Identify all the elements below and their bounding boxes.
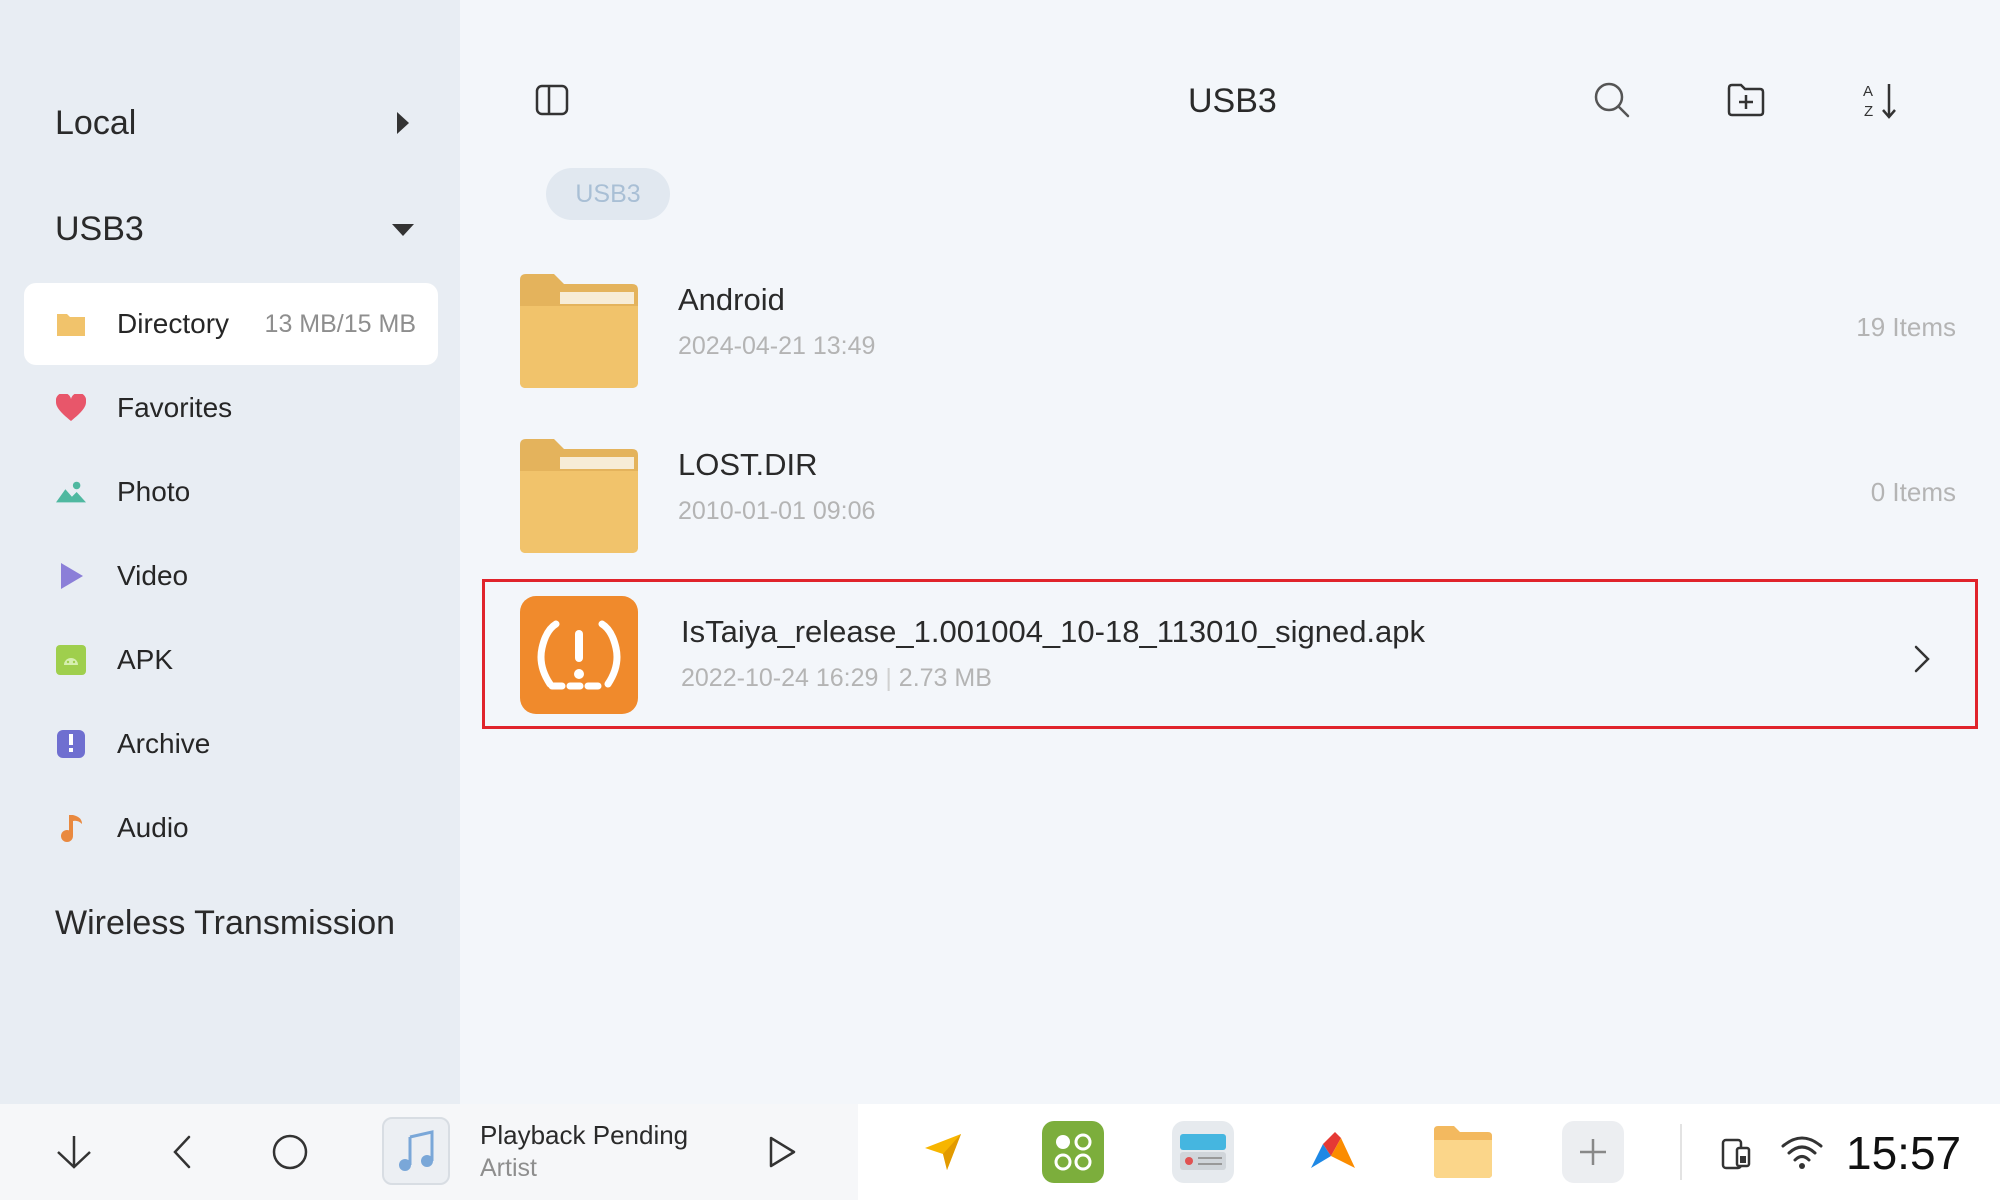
file-size: 2.73 MB <box>898 664 992 692</box>
file-date: 2010-01-01 09:06 <box>678 497 876 525</box>
folder-icon <box>56 309 86 339</box>
breadcrumb[interactable]: USB3 <box>546 168 670 220</box>
file-name: LOST.DIR <box>678 447 818 482</box>
taskbar: Playback Pending Artist 15:57 <box>0 1104 2000 1200</box>
folder-icon <box>520 437 638 555</box>
file-name: Android <box>678 282 785 317</box>
file-name: IsTaiya_release_1.001004_10-18_113010_si… <box>681 614 1426 649</box>
sidebar-item-label: Favorites <box>117 392 233 423</box>
media-artist: Artist <box>480 1154 537 1182</box>
sidebar-item-label: Archive <box>117 728 211 759</box>
home-icon[interactable] <box>266 1128 314 1176</box>
sidebar-local-label[interactable]: Local <box>55 104 136 143</box>
video-app-icon[interactable] <box>1302 1121 1364 1183</box>
file-date: 2024-04-21 13:49 <box>678 332 876 360</box>
tire-pressure-app-icon <box>520 596 638 714</box>
page-title: USB3 <box>1188 82 1277 120</box>
item-count: 19 Items <box>1856 312 1956 342</box>
sidebar-item-label: Video <box>117 560 189 591</box>
svg-text:A: A <box>1863 83 1873 100</box>
album-art[interactable] <box>382 1117 450 1185</box>
archive-icon <box>56 729 86 759</box>
heart-icon <box>56 393 86 423</box>
arrow-down-icon[interactable] <box>50 1128 98 1176</box>
sidebar-item-archive[interactable]: Archive <box>24 703 438 785</box>
new-folder-icon[interactable] <box>1724 78 1768 122</box>
sidebar-item-apk[interactable]: APK <box>24 619 438 701</box>
clock: 15:57 <box>1846 1127 1962 1179</box>
file-date: 2022-10-24 16:29 <box>681 664 879 692</box>
folder-icon <box>520 272 638 390</box>
sidebar-usb-label[interactable]: USB3 <box>55 210 144 249</box>
file-row-android[interactable]: Android 2024-04-21 13:49 19 Items <box>482 252 1978 400</box>
sidebar-item-directory[interactable]: Directory 13 MB/15 MB <box>24 283 438 365</box>
phone-battery-icon[interactable] <box>1712 1128 1760 1176</box>
add-icon[interactable] <box>1562 1121 1624 1183</box>
file-row-lost-dir[interactable]: LOST.DIR 2010-01-01 09:06 0 Items <box>482 417 1978 565</box>
sidebar-item-photo[interactable]: Photo <box>24 451 438 533</box>
media-title: Playback Pending <box>480 1120 689 1150</box>
play-icon[interactable] <box>758 1128 806 1176</box>
sidebar-item-label: Photo <box>117 476 191 507</box>
file-manager-app-icon[interactable] <box>1432 1121 1494 1183</box>
taskbar-divider <box>1680 1124 1682 1180</box>
expand-right-icon[interactable] <box>397 112 409 134</box>
photo-icon <box>56 477 86 507</box>
radio-app-icon[interactable] <box>1172 1121 1234 1183</box>
chevron-right-icon[interactable] <box>1913 644 1931 679</box>
storage-usage: 13 MB/15 MB <box>264 309 416 338</box>
sort-icon[interactable]: AZ <box>1858 78 1902 122</box>
back-icon[interactable] <box>158 1128 206 1176</box>
svg-text:Z: Z <box>1864 103 1873 120</box>
sidebar: Local USB3 Directory 13 MB/15 MB Favorit… <box>0 0 460 1104</box>
search-icon[interactable] <box>1590 78 1634 122</box>
sidebar-wireless-label[interactable]: Wireless Transmission <box>55 904 395 943</box>
sidebar-item-favorites[interactable]: Favorites <box>24 367 438 449</box>
sidebar-item-label: Audio <box>117 812 189 843</box>
wifi-icon[interactable] <box>1778 1128 1826 1176</box>
music-note-icon <box>56 813 86 843</box>
sidebar-item-label: APK <box>117 644 174 675</box>
collapse-down-icon[interactable] <box>392 224 414 236</box>
sidebar-item-video[interactable]: Video <box>24 535 438 617</box>
file-meta: 2022-10-24 16:29 | 2.73 MB <box>681 664 992 692</box>
navigation-app-icon[interactable] <box>912 1121 974 1183</box>
video-icon <box>56 561 86 591</box>
sidebar-item-label: Directory <box>117 308 230 339</box>
apps-grid-icon[interactable] <box>1042 1121 1104 1183</box>
sidebar-toggle-icon[interactable] <box>530 78 574 122</box>
item-count: 0 Items <box>1870 477 1956 507</box>
android-icon <box>56 645 86 675</box>
file-row-apk[interactable]: IsTaiya_release_1.001004_10-18_113010_si… <box>482 579 1978 729</box>
sidebar-item-audio[interactable]: Audio <box>24 787 438 869</box>
